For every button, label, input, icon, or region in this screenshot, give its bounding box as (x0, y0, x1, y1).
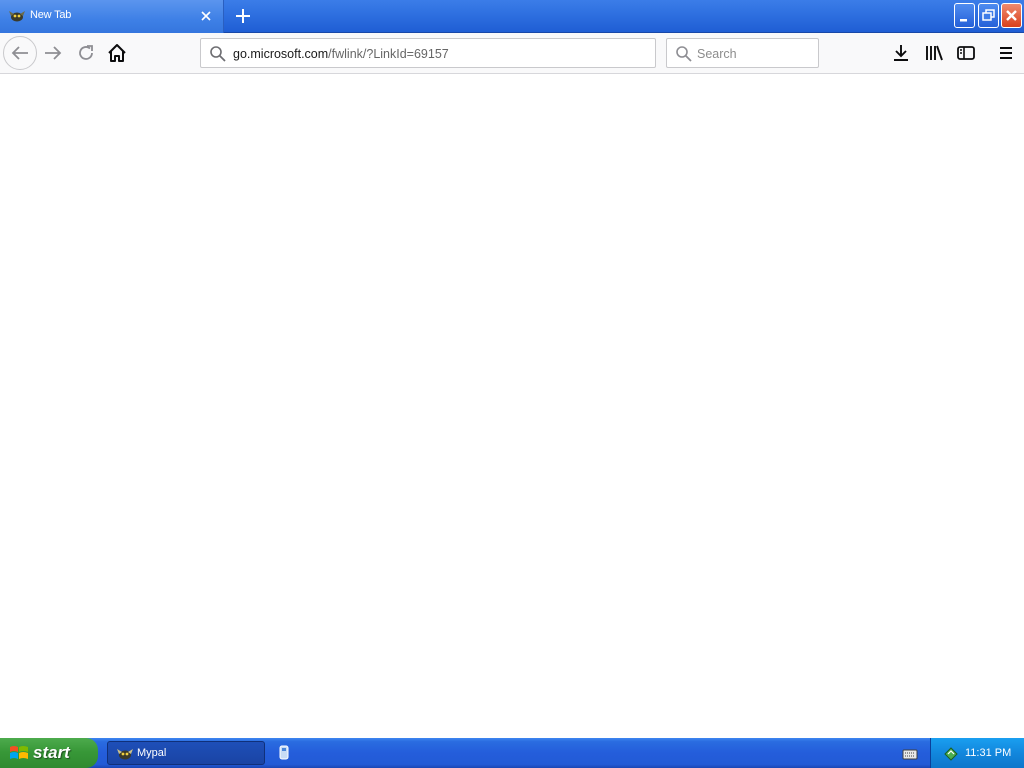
title-bar: New Tab (0, 0, 1024, 33)
search-icon (676, 46, 692, 62)
tab-new-tab[interactable]: New Tab (0, 0, 224, 33)
page-content[interactable] (0, 74, 1024, 740)
tab-close-icon[interactable] (199, 9, 213, 23)
minimize-icon (960, 19, 967, 22)
search-bar[interactable]: Search (666, 38, 819, 68)
system-tray: 11:31 PM (930, 738, 1024, 768)
restore-icon (982, 9, 995, 21)
download-icon[interactable] (891, 43, 911, 63)
taskbar: start Mypal (0, 738, 1024, 768)
url-search-icon (210, 46, 226, 62)
safely-remove-hardware-icon[interactable] (943, 745, 959, 761)
quick-launch-icon[interactable] (277, 744, 291, 762)
url-host: go.microsoft.com (233, 47, 329, 61)
forward-icon[interactable] (42, 42, 64, 64)
sidebar-icon[interactable] (956, 43, 976, 63)
new-tab-icon[interactable] (231, 4, 255, 28)
restore-button[interactable] (978, 3, 999, 28)
close-icon (1006, 10, 1017, 21)
close-button[interactable] (1001, 3, 1022, 28)
reload-icon[interactable] (75, 42, 97, 64)
taskbar-item-label: Mypal (137, 747, 167, 759)
minimize-button[interactable] (954, 3, 975, 28)
url-bar[interactable]: go.microsoft.com/fwlink/?LinkId=69157 (200, 38, 656, 68)
windows-logo-icon (10, 746, 28, 759)
tab-title: New Tab (30, 9, 72, 21)
back-button[interactable] (3, 36, 37, 70)
start-label: start (33, 743, 70, 762)
keyboard-icon[interactable] (902, 747, 918, 761)
home-icon[interactable] (106, 42, 128, 64)
navigation-toolbar: go.microsoft.com/fwlink/?LinkId=69157 Se… (0, 33, 1024, 74)
search-placeholder: Search (697, 47, 737, 61)
library-icon[interactable] (924, 43, 944, 63)
url-text: go.microsoft.com/fwlink/?LinkId=69157 (233, 47, 449, 61)
back-icon (11, 46, 28, 60)
browser-favicon-icon (9, 11, 25, 22)
clock: 11:31 PM (965, 747, 1012, 759)
taskbar-item-mypal[interactable]: Mypal (107, 741, 265, 765)
menu-icon[interactable] (996, 43, 1016, 63)
mypal-icon (117, 749, 133, 760)
url-path: /fwlink/?LinkId=69157 (328, 47, 449, 61)
start-button[interactable]: start (0, 738, 98, 768)
